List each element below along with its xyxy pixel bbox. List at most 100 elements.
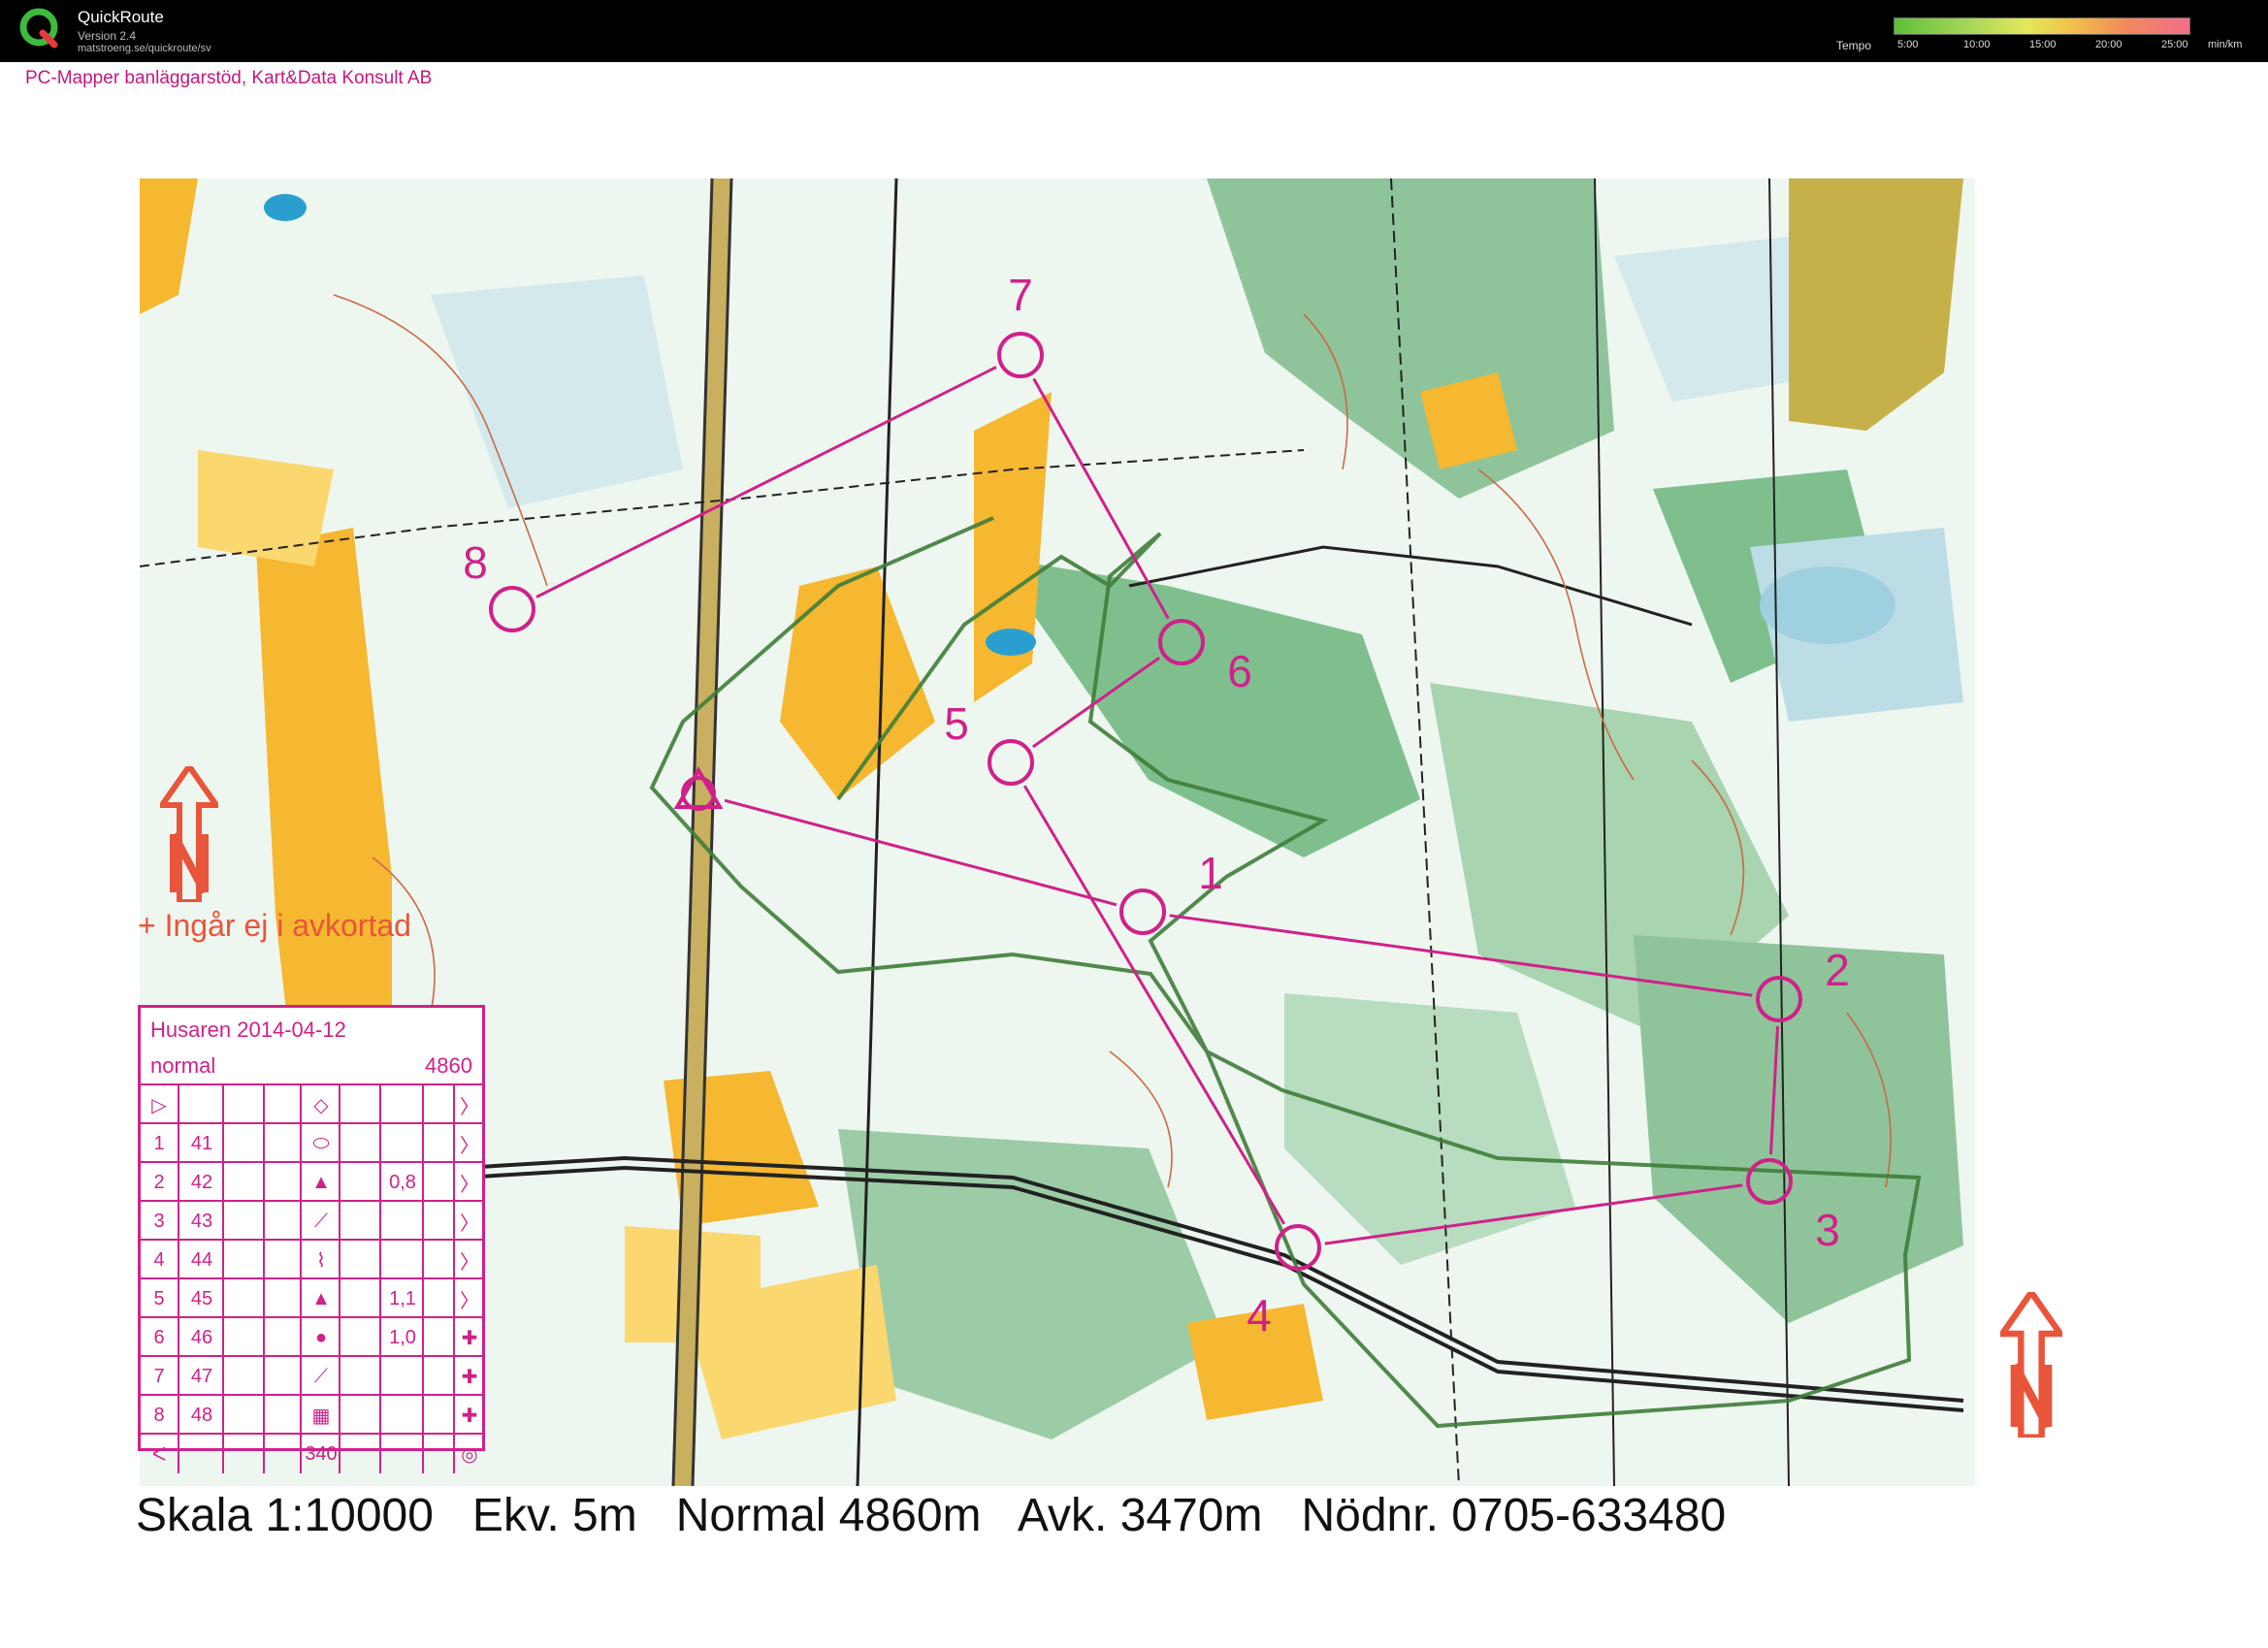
course-note: + Ingår ej i avkortad xyxy=(138,908,411,943)
control-code-cell: 46 xyxy=(178,1318,224,1357)
control-number: 3 xyxy=(1815,1205,1840,1255)
legend-cell xyxy=(339,1241,381,1279)
tempo-tick: 25:00 xyxy=(2161,39,2188,50)
feature-symbol-icon: ▲ xyxy=(300,1163,340,1202)
legend-cell xyxy=(263,1357,302,1396)
legend-cell xyxy=(222,1202,265,1241)
legend-cell xyxy=(263,1435,302,1473)
tempo-unit: min/km xyxy=(2208,39,2243,50)
legend-cell xyxy=(422,1241,455,1279)
legend-cell xyxy=(339,1279,381,1318)
distance-cell: 0,8 xyxy=(379,1163,424,1202)
location-symbol-icon: 〉 xyxy=(453,1163,484,1202)
location-symbol-icon: 〉 xyxy=(453,1202,484,1241)
legend-cell xyxy=(178,1085,224,1124)
tempo-tick: 10:00 xyxy=(1963,39,1991,50)
legend-cell xyxy=(422,1396,455,1435)
legend-cell xyxy=(263,1396,302,1435)
first-aid-icon: ✚ xyxy=(453,1357,484,1396)
legend-cell xyxy=(263,1124,302,1163)
legend-cell xyxy=(222,1241,265,1279)
control-number-cell: 6 xyxy=(153,1326,165,1348)
legend-control-row: 2 42 ▲ 0,8 〉 xyxy=(141,1161,482,1202)
distance-cell xyxy=(379,1202,424,1241)
tempo-label: Tempo xyxy=(1836,39,1872,52)
control-number-cell: 1 xyxy=(153,1132,165,1154)
control-number-cell: 5 xyxy=(153,1287,165,1309)
legend-control-row: 3 43 ⟋ 〉 xyxy=(141,1200,482,1241)
control-number-cell: 8 xyxy=(153,1404,165,1426)
legend-control-row: 8 48 ▦ ✚ xyxy=(141,1394,482,1435)
control-code-cell: 43 xyxy=(178,1202,224,1241)
legend-cell xyxy=(222,1085,265,1124)
legend-cell xyxy=(263,1318,302,1357)
control-number-cell: 3 xyxy=(153,1210,165,1232)
control-number: 5 xyxy=(944,698,969,749)
tempo-tick: 20:00 xyxy=(2095,39,2122,50)
legend-cell xyxy=(422,1124,455,1163)
control-description-sheet: Husaren 2014-04-12 normal 4860 ▷ ◇ 〉 1 41 ⬭ 〉 2… xyxy=(138,1005,485,1473)
legend-control-row: 5 45 ▲ 1,1 〉 xyxy=(141,1277,482,1318)
legend-cell xyxy=(222,1124,265,1163)
feature-symbol-icon: ● xyxy=(300,1318,340,1357)
app-title: QuickRoute xyxy=(78,8,164,26)
legend-cell xyxy=(379,1085,424,1124)
legend-cell xyxy=(339,1435,381,1473)
legend-finish-row: ᐸ 340 ◎ xyxy=(141,1433,482,1473)
location-symbol-icon: 〉 xyxy=(453,1085,484,1124)
legend-cell xyxy=(263,1085,302,1124)
legend-cell xyxy=(339,1124,381,1163)
legend-cell xyxy=(422,1085,455,1124)
control-number-cell: 2 xyxy=(153,1171,165,1193)
quickroute-logo-icon xyxy=(19,8,58,48)
feature-symbol-icon: ⟋ xyxy=(300,1202,340,1241)
control-number: 6 xyxy=(1227,646,1252,696)
legend-cell xyxy=(422,1357,455,1396)
location-symbol-icon: 〉 xyxy=(453,1279,484,1318)
finish-distance: 340 xyxy=(300,1435,340,1473)
legend-cell xyxy=(339,1357,381,1396)
control-code-cell: 44 xyxy=(178,1241,224,1279)
control-number: 4 xyxy=(1247,1290,1272,1341)
tempo-color-scale[interactable] xyxy=(1894,17,2190,35)
first-aid-icon: ✚ xyxy=(453,1396,484,1435)
feature-symbol-icon: ⌇ xyxy=(300,1241,340,1279)
location-symbol-icon: 〉 xyxy=(453,1124,484,1163)
legend-start-row: ▷ ◇ 〉 xyxy=(141,1083,482,1124)
distance-cell xyxy=(379,1124,424,1163)
control-code-cell: 48 xyxy=(178,1396,224,1435)
control-number: 2 xyxy=(1825,945,1850,995)
control-number-cell: 7 xyxy=(153,1365,165,1387)
control-number-cell: 4 xyxy=(153,1248,165,1271)
legend-cell xyxy=(422,1435,455,1473)
tempo-tick: 5:00 xyxy=(1897,39,1919,50)
legend-cell xyxy=(263,1202,302,1241)
legend-control-row: 4 44 ⌇ 〉 xyxy=(141,1239,482,1279)
finish-symbol-icon: ᐸ xyxy=(151,1443,167,1466)
legend-cell xyxy=(379,1435,424,1473)
feature-symbol-icon: ◇ xyxy=(300,1085,340,1124)
legend-cell xyxy=(222,1435,265,1473)
app-version: Version 2.4 xyxy=(78,29,137,43)
legend-cell xyxy=(263,1279,302,1318)
distance-cell xyxy=(379,1241,424,1279)
feature-symbol-icon: ⬭ xyxy=(300,1124,340,1163)
feature-symbol-icon: ⟋ xyxy=(300,1357,340,1396)
legend-cell xyxy=(422,1163,455,1202)
map-footer: Skala 1:10000 Ekv. 5m Normal 4860m Avk. … xyxy=(136,1490,1727,1541)
control-code-cell: 42 xyxy=(178,1163,224,1202)
first-aid-icon: ✚ xyxy=(453,1318,484,1357)
legend-cell xyxy=(339,1163,381,1202)
legend-cell xyxy=(263,1241,302,1279)
legend-cell xyxy=(222,1357,265,1396)
control-code-cell: 47 xyxy=(178,1357,224,1396)
finish-circle-icon: ◎ xyxy=(453,1435,484,1473)
legend-cell xyxy=(339,1202,381,1241)
distance-cell: 1,1 xyxy=(379,1279,424,1318)
legend-cell xyxy=(339,1318,381,1357)
legend-cell xyxy=(222,1163,265,1202)
start-symbol-icon: ▷ xyxy=(151,1094,167,1116)
legend-class: normal xyxy=(150,1053,216,1078)
distance-cell xyxy=(379,1396,424,1435)
feature-symbol-icon: ▦ xyxy=(300,1396,340,1435)
